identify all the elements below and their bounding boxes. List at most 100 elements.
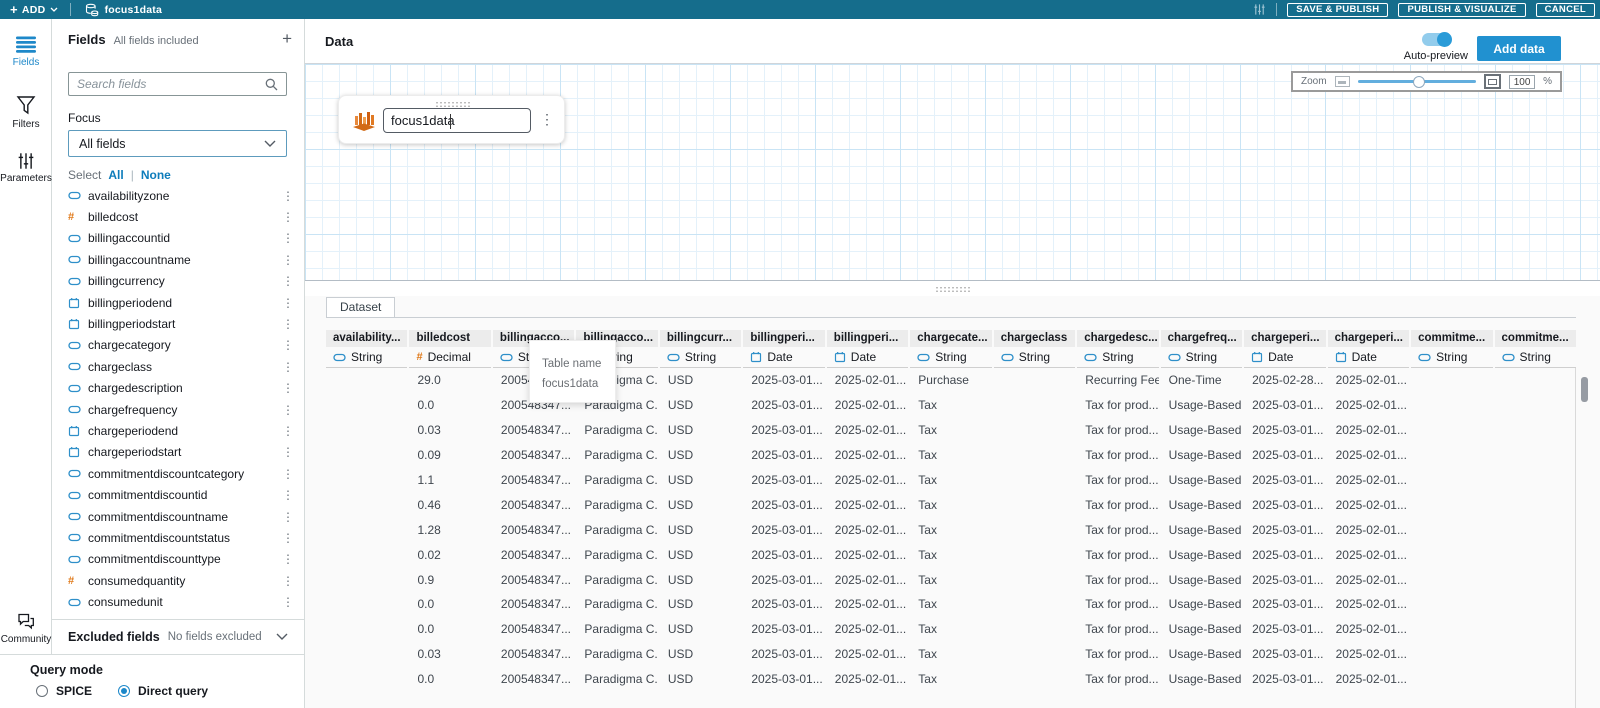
zoom-slider[interactable] <box>1358 80 1477 83</box>
field-item[interactable]: billingaccountname⋮ <box>68 249 292 270</box>
add-menu-button[interactable]: + ADD <box>0 0 70 19</box>
field-menu-icon[interactable]: ⋮ <box>282 274 292 288</box>
field-menu-icon[interactable]: ⋮ <box>282 210 292 224</box>
focus-select[interactable]: All fields <box>68 130 287 157</box>
column-header[interactable]: chargedesc... <box>1077 330 1158 347</box>
spice-radio[interactable]: SPICE <box>36 684 92 698</box>
field-menu-icon[interactable]: ⋮ <box>282 338 292 352</box>
table-node-card[interactable]: focus1data ⋮ <box>338 95 565 144</box>
field-item[interactable]: chargeperiodend⋮ <box>68 420 292 441</box>
select-none-link[interactable]: None <box>141 168 171 182</box>
field-menu-icon[interactable]: ⋮ <box>282 488 292 502</box>
node-menu-icon[interactable]: ⋮ <box>540 111 554 128</box>
direct-query-radio[interactable]: Direct query <box>118 684 208 698</box>
column-type[interactable]: Date <box>827 347 908 368</box>
column-type[interactable]: String <box>1161 347 1242 368</box>
field-menu-icon[interactable]: ⋮ <box>282 467 292 481</box>
field-item[interactable]: availabilityzone⋮ <box>68 185 292 206</box>
field-item[interactable]: billingperiodstart⋮ <box>68 313 292 334</box>
select-all-link[interactable]: All <box>108 168 123 182</box>
column-type[interactable]: String <box>1495 347 1576 368</box>
cancel-button[interactable]: CANCEL <box>1536 3 1595 17</box>
prep-canvas[interactable]: Zoom 100 % focus1data <box>305 64 1600 281</box>
column-type[interactable]: String <box>910 347 991 368</box>
drag-handle-dots[interactable] <box>435 101 471 108</box>
dataset-tab[interactable]: Dataset <box>326 297 395 317</box>
publish-and-visualize-button[interactable]: PUBLISH & VISUALIZE <box>1398 3 1525 17</box>
vertical-scrollbar[interactable] <box>1581 371 1588 702</box>
column-header[interactable]: chargefreq... <box>1161 330 1242 347</box>
column-type[interactable]: String <box>1411 347 1492 368</box>
view-settings-icon[interactable] <box>1253 3 1266 16</box>
column-header[interactable]: chargecate... <box>910 330 991 347</box>
column-type[interactable]: Date <box>1328 347 1409 368</box>
rail-item-fields[interactable]: Fields <box>0 36 52 68</box>
auto-preview-toggle[interactable] <box>1422 33 1450 46</box>
field-menu-icon[interactable]: ⋮ <box>282 531 292 545</box>
field-menu-icon[interactable]: ⋮ <box>282 253 292 267</box>
field-item[interactable]: chargeperiodstart⋮ <box>68 442 292 463</box>
field-item[interactable]: commitmentdiscountcategory⋮ <box>68 463 292 484</box>
panel-resize-divider[interactable] <box>305 282 1600 296</box>
table-name-input[interactable]: focus1data <box>383 108 531 133</box>
field-item[interactable]: commitmentdiscounttype⋮ <box>68 549 292 570</box>
field-menu-icon[interactable]: ⋮ <box>282 403 292 417</box>
rail-item-filters[interactable]: Filters <box>0 95 52 130</box>
field-item[interactable]: chargefrequency⋮ <box>68 399 292 420</box>
chevron-down-icon[interactable] <box>276 633 288 641</box>
field-menu-icon[interactable]: ⋮ <box>282 189 292 203</box>
field-item[interactable]: #billedcost⋮ <box>68 206 292 227</box>
field-menu-icon[interactable]: ⋮ <box>282 360 292 374</box>
column-header[interactable]: chargeclass <box>994 330 1075 347</box>
field-menu-icon[interactable]: ⋮ <box>282 574 292 588</box>
column-type[interactable]: Date <box>743 347 824 368</box>
field-item[interactable]: consumedunit⋮ <box>68 591 292 612</box>
field-item[interactable]: commitmentdiscountstatus⋮ <box>68 527 292 548</box>
column-type[interactable]: String <box>326 347 407 368</box>
field-menu-icon[interactable]: ⋮ <box>282 510 292 524</box>
column-type[interactable]: Date <box>1244 347 1325 368</box>
field-item[interactable]: billingperiodend⋮ <box>68 292 292 313</box>
column-header[interactable]: commitme... <box>1495 330 1576 347</box>
field-menu-icon[interactable]: ⋮ <box>282 381 292 395</box>
field-item[interactable]: commitmentdiscountname⋮ <box>68 506 292 527</box>
resize-handle-dots[interactable] <box>935 286 971 293</box>
column-header[interactable]: chargeperi... <box>1244 330 1325 347</box>
search-fields-box[interactable] <box>68 72 287 96</box>
field-item[interactable]: billingaccountid⋮ <box>68 228 292 249</box>
field-item[interactable]: billingcurrency⋮ <box>68 271 292 292</box>
column-type[interactable]: String <box>1077 347 1158 368</box>
field-menu-icon[interactable]: ⋮ <box>282 231 292 245</box>
scrollbar-thumb[interactable] <box>1581 377 1588 402</box>
zoom-fit-screen-button[interactable] <box>1484 74 1501 89</box>
field-item[interactable]: chargecategory⋮ <box>68 335 292 356</box>
column-header[interactable]: billingcurr... <box>660 330 741 347</box>
zoom-fit-width-button[interactable] <box>1335 76 1350 87</box>
rail-item-parameters[interactable]: Parameters <box>0 152 52 184</box>
field-menu-icon[interactable]: ⋮ <box>282 552 292 566</box>
zoom-value[interactable]: 100 <box>1509 75 1535 89</box>
field-menu-icon[interactable]: ⋮ <box>282 595 292 609</box>
field-menu-icon[interactable]: ⋮ <box>282 445 292 459</box>
column-header[interactable]: availability... <box>326 330 407 347</box>
column-type[interactable]: #Decimal <box>409 347 490 368</box>
column-type[interactable]: String <box>660 347 741 368</box>
column-type[interactable]: String <box>994 347 1075 368</box>
column-header[interactable]: billedcost <box>409 330 490 347</box>
add-data-button[interactable]: Add data <box>1477 36 1561 61</box>
field-item[interactable]: #consumedquantity⋮ <box>68 570 292 591</box>
add-calculated-field-button[interactable]: + <box>282 32 292 46</box>
column-header[interactable]: commitme... <box>1411 330 1492 347</box>
column-header[interactable]: billingperi... <box>827 330 908 347</box>
field-item[interactable]: chargedescription⋮ <box>68 378 292 399</box>
column-header[interactable]: billingperi... <box>743 330 824 347</box>
field-item[interactable]: chargeclass⋮ <box>68 356 292 377</box>
excluded-fields-section[interactable]: Excluded fields No fields excluded <box>52 619 304 654</box>
save-and-publish-button[interactable]: SAVE & PUBLISH <box>1287 3 1388 17</box>
field-menu-icon[interactable]: ⋮ <box>282 317 292 331</box>
zoom-slider-thumb[interactable] <box>1413 76 1425 88</box>
search-fields-input[interactable] <box>77 77 265 91</box>
field-menu-icon[interactable]: ⋮ <box>282 296 292 310</box>
field-menu-icon[interactable]: ⋮ <box>282 424 292 438</box>
rail-item-community[interactable]: Community <box>0 612 52 645</box>
